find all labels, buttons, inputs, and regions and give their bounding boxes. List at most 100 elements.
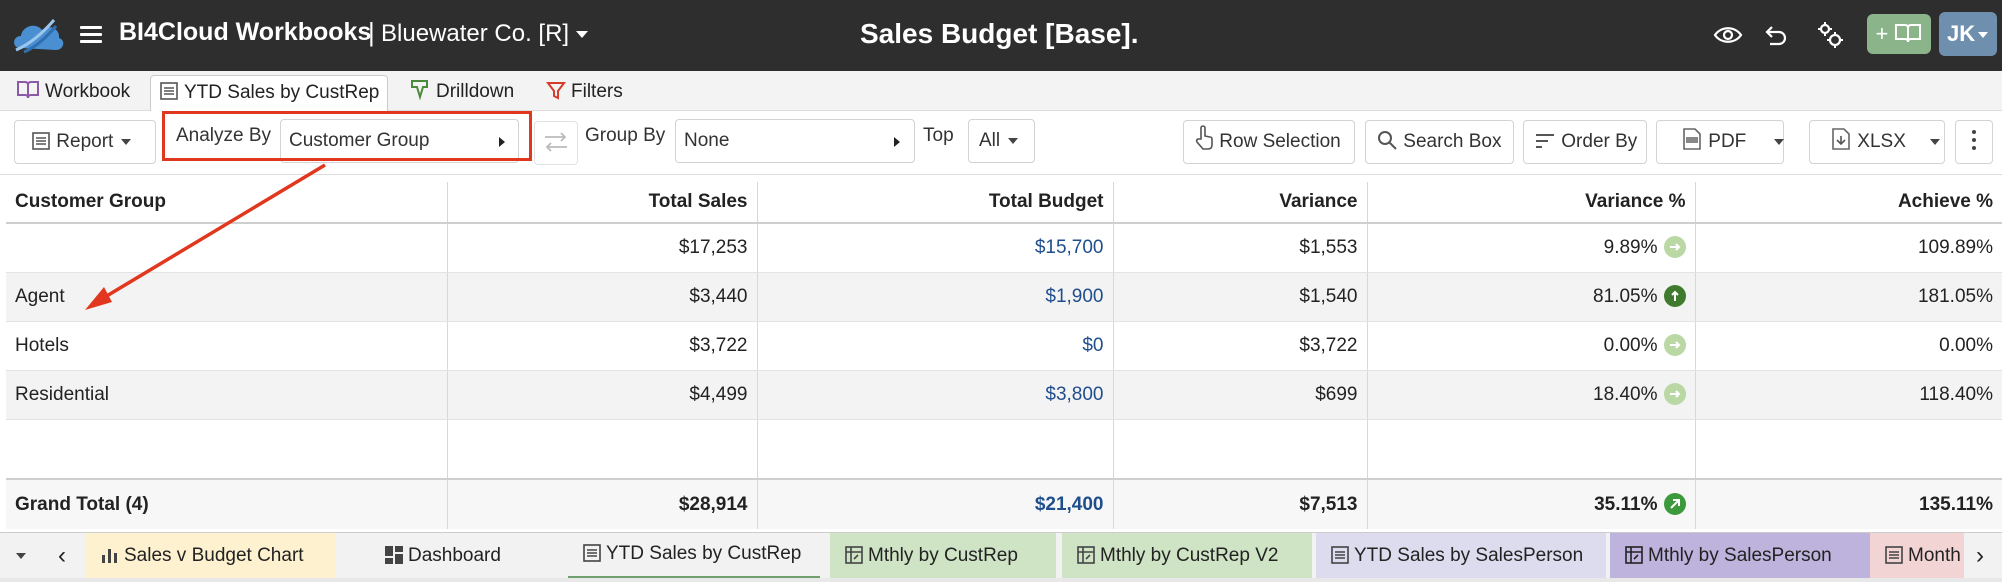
sheet-tab-label: Mthly by CustRep V2 <box>1100 545 1279 566</box>
cell-achieve: 109.89% <box>1695 223 2002 273</box>
list-icon <box>1885 546 1903 564</box>
table-empty-row <box>6 419 2002 480</box>
table-row[interactable]: $17,253 $15,700 $1,553 9.89% 109.89% <box>6 223 2002 273</box>
title-separator: | <box>368 17 375 47</box>
settings-icon[interactable] <box>1815 20 1845 50</box>
user-menu-button[interactable]: JK <box>1939 12 1997 56</box>
tab-ytd-sales-by-custrep[interactable]: YTD Sales by CustRep <box>150 75 389 112</box>
cell-budget[interactable]: $3,800 <box>757 370 1114 420</box>
col-achieve-pct[interactable]: Achieve % <box>1695 182 2002 224</box>
eye-icon[interactable] <box>1713 20 1743 50</box>
top-select[interactable]: All <box>968 119 1035 163</box>
col-total-sales[interactable]: Total Sales <box>447 182 758 224</box>
cell-budget[interactable]: $1,900 <box>757 272 1114 322</box>
list-icon <box>583 544 601 562</box>
total-variance-pct: 35.11% <box>1367 478 1696 529</box>
cell-budget[interactable]: $15,700 <box>757 223 1114 273</box>
row-selection-label: Row Selection <box>1219 131 1341 152</box>
top-label: Top <box>923 125 954 146</box>
sheet-tab-mthly-by-custrep[interactable]: Mthly by CustRep <box>830 533 1056 579</box>
sheet-tab-dashboard[interactable]: Dashboard <box>370 533 560 579</box>
report-label: Report <box>56 131 114 152</box>
undo-icon[interactable] <box>1760 20 1790 50</box>
sales-budget-table: Customer Group Total Sales Total Budget … <box>6 182 2002 529</box>
variance-pct-value: 35.11% <box>1594 494 1658 515</box>
group-by-label: Group By <box>585 125 666 146</box>
bottom-edge-strip <box>0 578 2002 582</box>
filter-icon <box>546 82 566 100</box>
cloud-logo-icon[interactable] <box>10 14 66 56</box>
tab-workbook[interactable]: Workbook <box>10 75 136 111</box>
list-icon <box>1331 546 1349 564</box>
add-label: + <box>1875 21 1889 46</box>
sheet-tab-month[interactable]: Month <box>1870 533 1964 579</box>
menu-icon[interactable] <box>80 26 102 44</box>
arrow-right-icon <box>1663 334 1686 356</box>
order-by-button[interactable]: Order By <box>1523 120 1647 164</box>
table-row[interactable]: Hotels $3,722 $0 $3,722 0.00% 0.00% <box>6 321 2002 371</box>
col-total-budget[interactable]: Total Budget <box>757 182 1114 224</box>
search-icon <box>1378 131 1397 150</box>
col-variance-pct[interactable]: Variance % <box>1367 182 1696 224</box>
xlsx-export-button[interactable]: XLSX <box>1809 120 1945 164</box>
table-row[interactable]: Residential $4,499 $3,800 $699 18.40% 11… <box>6 370 2002 420</box>
chevron-down-icon <box>16 552 26 559</box>
top-bar: BI4Cloud Workbooks | Bluewater Co. [R] S… <box>0 0 2002 71</box>
more-options-button[interactable] <box>1955 120 1993 164</box>
scroll-right-button[interactable]: › <box>1964 533 2002 579</box>
sheet-tab-mthly-by-custrep-v2[interactable]: Mthly by CustRep V2 <box>1062 533 1312 579</box>
tab-filters[interactable]: Filters <box>542 75 627 111</box>
sheet-tab-ytd-sales-by-salesperson[interactable]: YTD Sales by SalesPerson <box>1316 533 1606 579</box>
search-box-button[interactable]: Search Box <box>1365 120 1514 164</box>
tab-drilldown[interactable]: Drilldown <box>405 75 518 111</box>
sheet-tab-ytd-sales-by-custrep[interactable]: YTD Sales by CustRep <box>568 533 820 579</box>
user-dropdown-icon <box>1978 32 1989 39</box>
table-row[interactable]: Agent $3,440 $1,900 $1,540 81.05% 181.05… <box>6 272 2002 322</box>
app-name: BI4Cloud Workbooks <box>119 18 372 46</box>
book-icon <box>17 81 39 99</box>
sheet-tab-label: Month <box>1908 545 1961 566</box>
cell-sales: $4,499 <box>447 370 758 420</box>
xlsx-label: XLSX <box>1857 131 1906 152</box>
arrow-right-icon <box>1663 383 1686 405</box>
order-by-label: Order By <box>1561 131 1638 152</box>
group-by-select[interactable]: None <box>675 119 915 163</box>
row-selection-button[interactable]: Row Selection <box>1183 120 1355 164</box>
pivot-icon <box>1625 546 1643 564</box>
cell-sales: $17,253 <box>447 223 758 273</box>
chevron-down-icon <box>121 138 132 145</box>
page-title: Sales Budget [Base]. <box>860 18 1139 49</box>
total-budget: $21,400 <box>757 478 1114 529</box>
download-file-icon <box>1832 128 1850 150</box>
swap-button[interactable] <box>534 121 578 165</box>
add-workbook-button[interactable]: + <box>1867 14 1931 54</box>
variance-pct-value: 81.05% <box>1593 286 1658 307</box>
grand-total-row: Grand Total (4) $28,914 $21,400 $7,513 3… <box>6 478 2002 529</box>
cell-sales: $3,440 <box>447 272 758 322</box>
sheet-tab-sales-v-budget-chart[interactable]: Sales v Budget Chart <box>86 533 336 579</box>
cell-budget[interactable]: $0 <box>757 321 1114 371</box>
sort-icon <box>1536 134 1554 148</box>
search-box-label: Search Box <box>1403 131 1502 152</box>
dashboard-icon <box>385 546 403 564</box>
list-icon <box>160 82 178 100</box>
pdf-export-button[interactable]: PDF <box>1656 120 1785 164</box>
cell-variance: $1,540 <box>1113 272 1368 322</box>
col-variance[interactable]: Variance <box>1113 182 1368 224</box>
cell-variance: $699 <box>1113 370 1368 420</box>
chevron-right-icon <box>894 137 900 147</box>
cell-achieve: 0.00% <box>1695 321 2002 371</box>
chevron-right-icon: › <box>1976 542 1984 569</box>
scroll-left-button[interactable]: ‹ <box>46 533 84 579</box>
variance-pct-value: 0.00% <box>1603 335 1658 356</box>
company-name[interactable]: Bluewater Co. [R] <box>381 20 569 48</box>
sheet-menu-button[interactable] <box>0 533 44 579</box>
company-dropdown-icon[interactable] <box>576 31 588 38</box>
report-button[interactable]: Report <box>14 120 156 164</box>
tab-label: Workbook <box>45 81 131 102</box>
cell-variance-pct: 0.00% <box>1367 321 1696 371</box>
bar-chart-icon <box>102 549 117 563</box>
sheet-tab-mthly-by-salesperson[interactable]: Mthly by SalesPerson <box>1610 533 1870 579</box>
col-customer-group[interactable]: Customer Group <box>6 182 448 224</box>
tab-label: Filters <box>571 81 623 102</box>
